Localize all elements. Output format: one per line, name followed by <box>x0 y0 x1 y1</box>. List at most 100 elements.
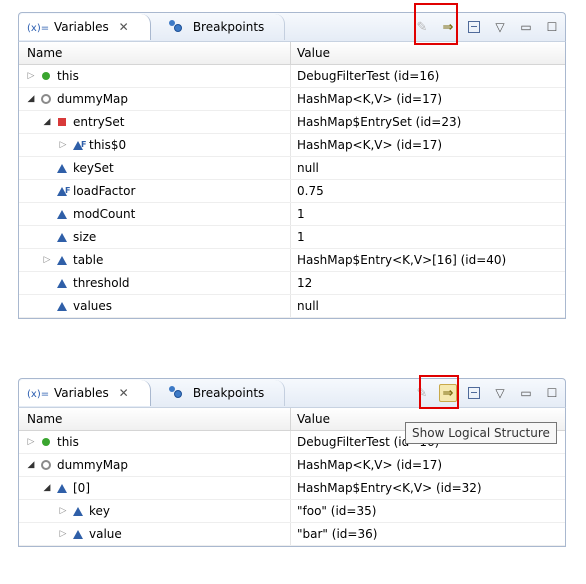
field-blue-icon <box>55 161 69 175</box>
view-tab-bar: (x)= Variables ✕ Breakpoints ✎ ⇒ ▽ ▭ ☐ <box>18 3 566 45</box>
collapse-all-icon <box>468 21 480 33</box>
close-icon[interactable]: ✕ <box>119 20 129 34</box>
collapse-all-button[interactable] <box>465 384 483 402</box>
variable-value: HashMap<K,V> (id=17) <box>297 92 443 106</box>
breakpoints-icon <box>169 20 185 32</box>
view-tab-bar: (x)= Variables ✕ Breakpoints ✎ ⇒ ▽ ▭ ☐ <box>18 375 566 409</box>
variable-value: HashMap$Entry<K,V>[16] (id=40) <box>297 253 507 267</box>
minimize-icon[interactable]: ▭ <box>517 384 535 402</box>
field-blue-icon <box>55 276 69 290</box>
tree-row[interactable]: modCount 1 <box>19 203 565 226</box>
tab-variables-label: Variables <box>53 386 109 400</box>
field-blue-icon <box>55 481 69 495</box>
column-header-value[interactable]: Value <box>291 408 330 430</box>
view-toolbar: ✎ ⇒ ▽ ▭ ☐ <box>413 381 561 405</box>
maximize-icon[interactable]: ☐ <box>543 18 561 36</box>
variables-tree: Name Value ▷ this DebugFilterTest (id=16) ◢… <box>18 41 566 319</box>
minimize-icon[interactable]: ▭ <box>517 18 535 36</box>
variable-value: HashMap<K,V> (id=17) <box>297 458 443 472</box>
tree-row[interactable]: ◢ dummyMap HashMap<K,V> (id=17) <box>19 454 565 477</box>
show-logical-structure-icon[interactable]: ⇒ <box>439 384 457 402</box>
tree-row[interactable]: ◢ entrySet HashMap$EntrySet (id=23) <box>19 111 565 134</box>
tab-breakpoints[interactable]: Breakpoints <box>155 380 285 406</box>
breakpoints-icon <box>169 386 185 398</box>
view-toolbar: ✎ ⇒ ▽ ▭ ☐ <box>413 15 561 39</box>
tree-row[interactable]: loadFactor 0.75 <box>19 180 565 203</box>
field-blue-icon <box>55 299 69 313</box>
expand-twisty-icon[interactable]: ▷ <box>57 134 69 156</box>
column-header-name[interactable]: Name <box>19 408 291 430</box>
variable-value: 12 <box>297 276 313 290</box>
collapse-all-button[interactable] <box>465 18 483 36</box>
tree-row[interactable]: ▷ value "bar" (id=36) <box>19 523 565 546</box>
expand-twisty-icon[interactable]: ▷ <box>57 500 69 522</box>
expand-twisty-icon[interactable]: ▷ <box>41 249 53 271</box>
variable-value: HashMap$Entry<K,V> (id=32) <box>297 481 482 495</box>
tree-row[interactable]: values null <box>19 295 565 318</box>
variable-value: DebugFilterTest (id=16) <box>297 69 440 83</box>
variable-name: [0] <box>73 481 90 495</box>
variable-name: this <box>57 435 79 449</box>
variable-name: this$0 <box>89 138 127 152</box>
show-logical-structure-icon[interactable]: ⇒ <box>439 18 457 36</box>
field-green-icon <box>39 69 53 83</box>
variable-value: HashMap$EntrySet (id=23) <box>297 115 462 129</box>
variable-name: value <box>89 527 122 541</box>
tab-breakpoints[interactable]: Breakpoints <box>155 14 285 40</box>
tree-row-name-cell: size <box>19 226 291 248</box>
tree-header: Name Value <box>19 42 565 65</box>
variables-view-bottom: (x)= Variables ✕ Breakpoints ✎ ⇒ ▽ ▭ ☐ N… <box>18 375 566 572</box>
tree-row-name-cell: ▷ this <box>19 431 291 453</box>
variable-value: 1 <box>297 207 305 221</box>
collapse-twisty-icon[interactable]: ◢ <box>41 477 53 499</box>
tree-row-name-cell: ▷ this$0 <box>19 134 291 156</box>
tree-row[interactable]: ▷ this DebugFilterTest (id=16) <box>19 65 565 88</box>
tree-row-name-cell: threshold <box>19 272 291 294</box>
variable-name: dummyMap <box>57 92 129 106</box>
tree-row-name-cell: ▷ this <box>19 65 291 87</box>
tree-row[interactable]: threshold 12 <box>19 272 565 295</box>
view-menu-icon[interactable]: ▽ <box>491 384 509 402</box>
field-blue-icon <box>55 253 69 267</box>
tab-variables[interactable]: (x)= Variables ✕ <box>19 380 151 406</box>
tree-row-name-cell: keySet <box>19 157 291 179</box>
field-blue-icon <box>55 230 69 244</box>
collapse-twisty-icon[interactable]: ◢ <box>41 111 53 133</box>
expand-twisty-icon[interactable]: ▷ <box>25 65 37 87</box>
collapse-all-icon <box>468 387 480 399</box>
expand-twisty-icon[interactable]: ▷ <box>25 431 37 453</box>
tree-row[interactable]: size 1 <box>19 226 565 249</box>
tree-row[interactable]: ▷ table HashMap$Entry<K,V>[16] (id=40) <box>19 249 565 272</box>
variable-value: null <box>297 161 319 175</box>
tab-breakpoints-label: Breakpoints <box>192 386 265 400</box>
field-gray-icon <box>39 458 53 472</box>
collapse-twisty-icon[interactable]: ◢ <box>25 454 37 476</box>
field-blue-icon <box>71 504 85 518</box>
show-type-names-icon[interactable]: ✎ <box>413 18 431 36</box>
column-header-value[interactable]: Value <box>291 42 330 64</box>
view-menu-icon[interactable]: ▽ <box>491 18 509 36</box>
show-type-names-icon[interactable]: ✎ <box>413 384 431 402</box>
tree-row[interactable]: ▷ key "foo" (id=35) <box>19 500 565 523</box>
variable-name: loadFactor <box>73 184 136 198</box>
tree-row[interactable]: ◢ dummyMap HashMap<K,V> (id=17) <box>19 88 565 111</box>
tree-row[interactable]: keySet null <box>19 157 565 180</box>
tree-row-name-cell: ◢ dummyMap <box>19 88 291 110</box>
maximize-icon[interactable]: ☐ <box>543 384 561 402</box>
variable-name: dummyMap <box>57 458 129 472</box>
tree-row-name-cell: ▷ table <box>19 249 291 271</box>
collapse-twisty-icon[interactable]: ◢ <box>25 88 37 110</box>
field-gray-icon <box>39 92 53 106</box>
column-header-name[interactable]: Name <box>19 42 291 64</box>
expand-twisty-icon[interactable]: ▷ <box>57 523 69 545</box>
tree-row-name-cell: modCount <box>19 203 291 225</box>
tree-row-name-cell: ◢ entrySet <box>19 111 291 133</box>
variable-name: this <box>57 69 79 83</box>
close-icon[interactable]: ✕ <box>119 386 129 400</box>
tree-rows: ▷ this DebugFilterTest (id=16) ◢ dummyMap Has… <box>19 431 565 546</box>
variable-name: size <box>73 230 97 244</box>
tree-row[interactable]: ◢ [0] HashMap$Entry<K,V> (id=32) <box>19 477 565 500</box>
tree-row[interactable]: ▷ this$0 HashMap<K,V> (id=17) <box>19 134 565 157</box>
tree-rows: ▷ this DebugFilterTest (id=16) ◢ dummyMap Has… <box>19 65 565 318</box>
tab-variables[interactable]: (x)= Variables ✕ <box>19 14 151 40</box>
